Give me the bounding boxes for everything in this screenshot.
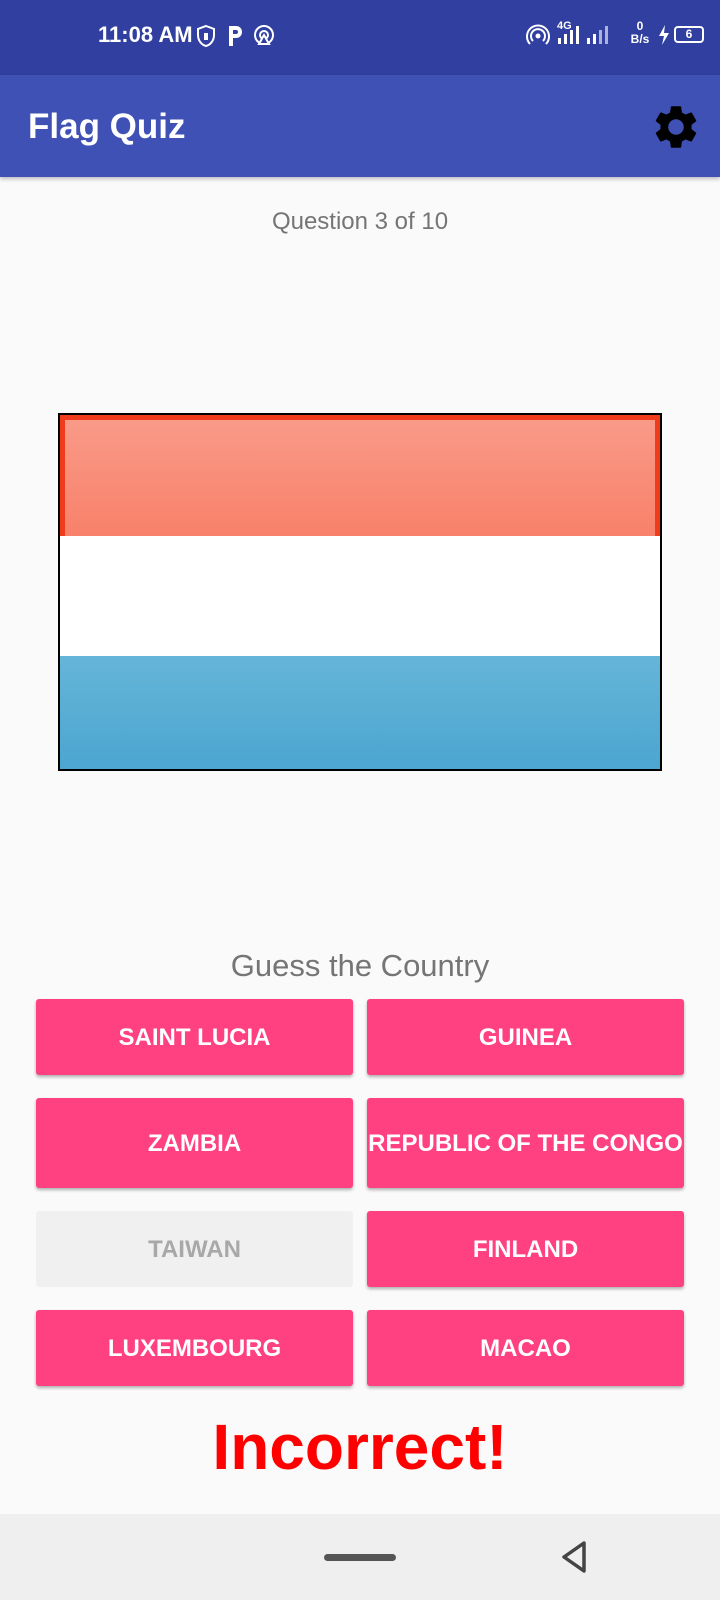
- back-icon[interactable]: [556, 1538, 594, 1576]
- gear-icon[interactable]: [650, 101, 702, 153]
- hotspot-icon: [254, 25, 274, 45]
- answer-button-republic-of-the-congo[interactable]: REPUBLIC OF THE CONGO: [367, 1098, 684, 1188]
- net-speed-indicator: 0 B/s: [630, 20, 650, 46]
- home-gesture-bar[interactable]: [324, 1554, 396, 1561]
- answer-button-guinea[interactable]: GUINEA: [367, 999, 684, 1075]
- question-number-label: Question 3 of 10: [271, 208, 449, 235]
- answer-button-saint-lucia[interactable]: SAINT LUCIA: [36, 999, 353, 1075]
- answer-button-luxembourg[interactable]: LUXEMBOURG: [36, 1310, 353, 1386]
- app-title: Flag Quiz: [28, 107, 186, 146]
- signal-strength-icon-2: [587, 26, 608, 44]
- battery-icon: 6: [674, 26, 704, 43]
- net-speed-value: 0: [636, 19, 644, 33]
- flag-stripe-white: [60, 536, 660, 656]
- battery-level: 6: [685, 27, 693, 41]
- parking-icon: [229, 26, 242, 46]
- signal-strength-icon: [558, 26, 579, 44]
- answer-button-macao[interactable]: MACAO: [367, 1310, 684, 1386]
- navigation-bar: [0, 1514, 720, 1600]
- guess-prompt-label: Guess the Country: [230, 948, 490, 983]
- flag-stripe-red: [60, 415, 660, 536]
- settings-button[interactable]: [650, 101, 702, 153]
- app-bar: Flag Quiz: [0, 75, 720, 177]
- charging-bolt-icon: [659, 25, 669, 45]
- flag-image: [58, 413, 662, 771]
- answer-button-taiwan: TAIWAN: [36, 1211, 353, 1287]
- answer-button-zambia[interactable]: ZAMBIA: [36, 1098, 353, 1188]
- flag-stripe-blue: [60, 656, 660, 769]
- status-bar: 11:08 AM 4G 0 B/s 6: [0, 0, 720, 75]
- shield-icon: [197, 24, 215, 48]
- answer-result-label: Incorrect!: [212, 1411, 508, 1483]
- answer-button-finland[interactable]: FINLAND: [367, 1211, 684, 1287]
- net-speed-unit: B/s: [630, 32, 650, 46]
- status-time: 11:08 AM: [98, 22, 193, 47]
- wireless-signal-icon: [526, 24, 550, 45]
